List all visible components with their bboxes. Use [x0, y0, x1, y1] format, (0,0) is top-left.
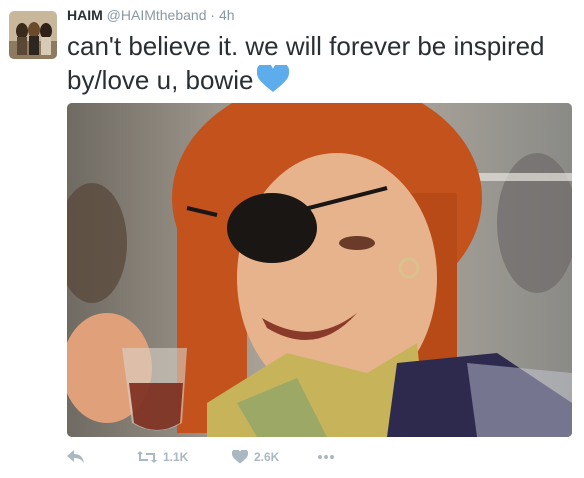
- display-name[interactable]: HAIM: [67, 7, 103, 23]
- handle[interactable]: @HAIMtheband: [107, 7, 207, 23]
- reply-icon: [67, 450, 85, 464]
- heart-icon: [232, 450, 248, 464]
- tweet-card: HAIM @HAIMtheband · 4h can't believe it.…: [0, 0, 584, 478]
- tweet-header: HAIM @HAIMtheband · 4h: [67, 5, 235, 25]
- blue-heart-emoji-icon: [257, 62, 290, 101]
- tweet-text: can't believe it. we will forever be ins…: [67, 31, 545, 95]
- retweet-icon: [137, 450, 157, 464]
- timestamp[interactable]: 4h: [219, 7, 235, 23]
- separator: ·: [210, 7, 216, 23]
- reply-button[interactable]: [67, 450, 137, 464]
- more-icon: [317, 454, 335, 460]
- like-button[interactable]: 2.6K: [232, 450, 317, 464]
- avatar[interactable]: [9, 11, 57, 59]
- tweet-text-container: can't believe it. we will forever be ins…: [67, 29, 572, 101]
- more-button[interactable]: [317, 454, 335, 460]
- tweet-photo[interactable]: [67, 103, 572, 437]
- like-count: 2.6K: [254, 450, 280, 464]
- tweet-actions: 1.1K 2.6K: [67, 445, 335, 469]
- retweet-button[interactable]: 1.1K: [137, 450, 232, 464]
- retweet-count: 1.1K: [163, 450, 189, 464]
